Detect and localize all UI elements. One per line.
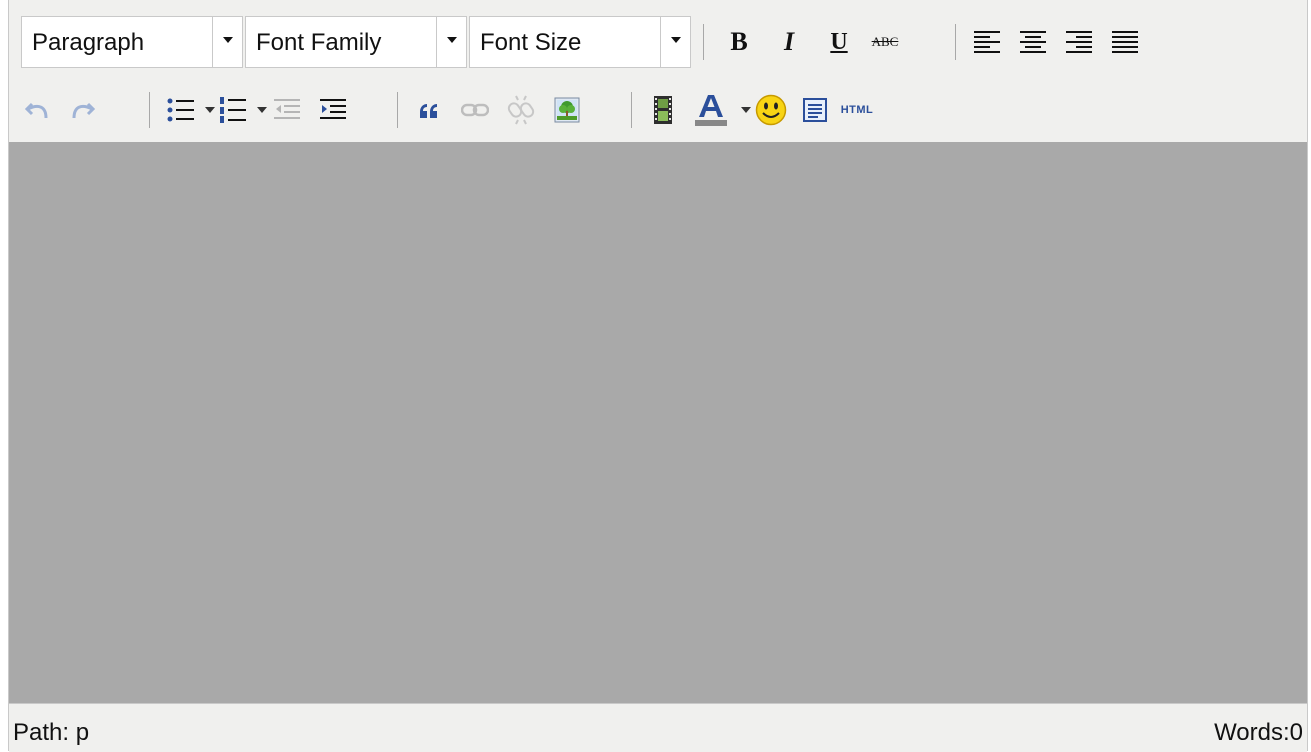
word-count: Words:0	[1214, 719, 1303, 746]
html-source-button[interactable]: HTML	[837, 90, 877, 130]
indent-button[interactable]	[313, 90, 353, 130]
strikethrough-button[interactable]: ABC	[865, 22, 905, 62]
outdent-button[interactable]	[267, 90, 307, 130]
underline-button[interactable]: U	[819, 22, 859, 62]
toolbar-divider	[703, 24, 704, 60]
undo-icon	[24, 102, 48, 119]
film-icon	[654, 96, 672, 124]
toolbar-row-2: HTML	[9, 76, 1307, 142]
full-page-button[interactable]	[795, 90, 835, 130]
html-source-icon: HTML	[840, 104, 874, 116]
align-right-button[interactable]	[1059, 22, 1099, 62]
align-right-icon	[1066, 31, 1092, 53]
toolbar-divider	[397, 92, 398, 128]
redo-button[interactable]	[63, 90, 103, 130]
status-bar: Path: p Words:0	[9, 703, 1307, 752]
unlink-button[interactable]	[501, 90, 541, 130]
bullet-list-icon	[167, 98, 194, 122]
editor-toolbar: Paragraph Font Family Font Size B I U AB…	[9, 0, 1307, 142]
align-left-icon	[974, 31, 1000, 53]
align-justify-button[interactable]	[1105, 22, 1145, 62]
smiley-icon	[755, 94, 787, 126]
numbered-list-icon	[220, 97, 246, 123]
page-properties-icon	[803, 98, 827, 122]
align-justify-icon	[1112, 31, 1138, 53]
chevron-down-icon[interactable]	[741, 107, 751, 113]
bold-button[interactable]: B	[719, 22, 759, 62]
undo-button[interactable]	[17, 90, 57, 130]
insert-link-button[interactable]	[455, 90, 495, 130]
block-format-value: Paragraph	[32, 29, 145, 56]
align-center-icon	[1020, 31, 1046, 53]
font-family-value: Font Family	[256, 29, 382, 56]
toolbar-divider	[149, 92, 150, 128]
insert-media-button[interactable]	[643, 90, 683, 130]
quote-icon	[420, 104, 437, 118]
link-icon	[461, 103, 489, 117]
font-size-select[interactable]: Font Size	[469, 16, 691, 68]
font-size-value: Font Size	[480, 29, 582, 56]
strikethrough-icon: ABC	[871, 34, 899, 49]
text-color-icon	[695, 95, 727, 126]
insert-image-button[interactable]	[547, 90, 587, 130]
block-format-select[interactable]: Paragraph	[21, 16, 243, 68]
editor-content-area[interactable]	[9, 142, 1307, 703]
font-family-select[interactable]: Font Family	[245, 16, 467, 68]
unlink-icon	[507, 95, 535, 125]
element-path[interactable]: Path: p	[13, 719, 89, 747]
align-left-button[interactable]	[967, 22, 1007, 62]
image-icon	[554, 97, 580, 123]
italic-button[interactable]: I	[769, 22, 809, 62]
emoticons-button[interactable]	[751, 90, 791, 130]
chevron-down-icon[interactable]	[212, 17, 242, 67]
bold-icon: B	[730, 27, 748, 56]
text-color-button[interactable]	[691, 90, 731, 130]
toolbar-row-1: Paragraph Font Family Font Size B I U AB…	[9, 8, 1307, 74]
align-center-button[interactable]	[1013, 22, 1053, 62]
blockquote-button[interactable]	[409, 90, 449, 130]
rich-text-editor: Paragraph Font Family Font Size B I U AB…	[8, 0, 1308, 752]
toolbar-divider	[955, 24, 956, 60]
italic-icon: I	[783, 27, 795, 56]
redo-icon	[72, 102, 96, 119]
bullet-list-button[interactable]	[161, 90, 201, 130]
indent-icon	[320, 99, 346, 119]
chevron-down-icon[interactable]	[257, 107, 267, 113]
underline-icon: U	[830, 28, 848, 55]
chevron-down-icon[interactable]	[436, 17, 466, 67]
chevron-down-icon[interactable]	[660, 17, 690, 67]
toolbar-divider	[631, 92, 632, 128]
numbered-list-button[interactable]	[213, 90, 253, 130]
outdent-icon	[274, 99, 300, 119]
